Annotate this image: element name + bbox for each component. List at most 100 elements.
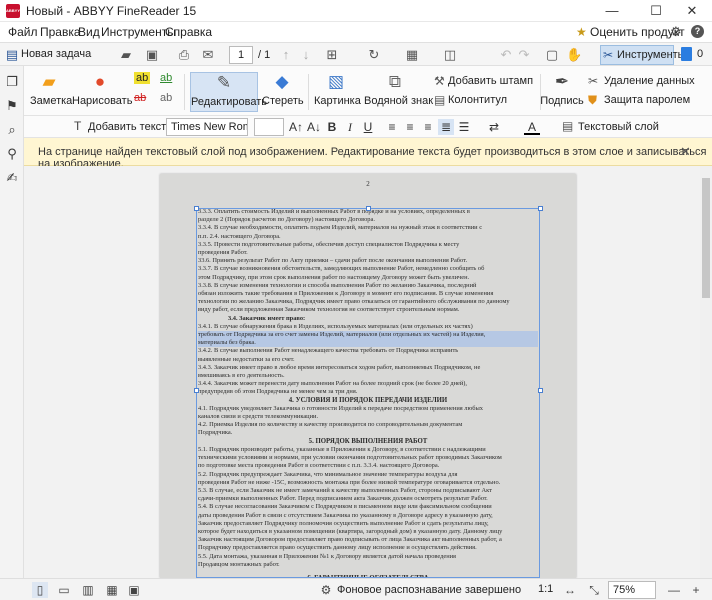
fit-width-icon[interactable]: ↔ (562, 582, 578, 598)
hand-icon[interactable]: ✋ (566, 47, 582, 63)
notification-bar: На странице найден текстовый слой под из… (24, 138, 712, 170)
edit-button[interactable]: ✎ Редактировать (190, 72, 267, 112)
bold-button[interactable]: B (324, 119, 340, 135)
zoom-out-button[interactable]: — (666, 582, 682, 598)
scrollbar-thumb[interactable] (702, 178, 710, 298)
font-color-icon[interactable]: A (524, 119, 540, 135)
resize-handle[interactable] (538, 206, 543, 211)
menu-help[interactable]: Справка (165, 25, 212, 39)
align-right-icon[interactable]: ≡ (420, 119, 436, 135)
menu-view[interactable]: Вид (78, 25, 100, 39)
two-page-view-icon[interactable]: ▭ (56, 582, 72, 598)
app-icon: ABBYY (6, 4, 20, 18)
actual-size-button[interactable]: 1:1 (538, 583, 553, 595)
gear-icon[interactable]: ⚙ (670, 24, 682, 40)
undo-icon[interactable]: ↶ (498, 47, 514, 63)
highlight-button[interactable]: ab (134, 72, 151, 84)
password-protection-button[interactable]: Защита паролем (604, 94, 690, 106)
arrow-down-icon[interactable]: ↓ (298, 47, 314, 63)
arrow-up-icon[interactable]: ↑ (278, 47, 294, 63)
align-justify-icon[interactable]: ≣ (438, 119, 454, 135)
fullscreen-icon[interactable]: ▣ (126, 582, 142, 598)
left-sidebar: ❐ ⚑ ⌕ ⚲ ✍ (0, 66, 24, 578)
close-notification-icon[interactable]: ✕ (680, 144, 691, 160)
text-layer-dropdown[interactable]: Текстовый слой (578, 121, 659, 133)
decrease-font-icon[interactable]: A↓ (306, 119, 322, 135)
watermark-icon: ⧉ (388, 72, 402, 91)
new-task-button[interactable]: Новая задача (21, 48, 91, 60)
close-window-button[interactable]: ✕ (672, 0, 712, 22)
help-icon[interactable]: ? (691, 25, 704, 38)
text-direction-icon[interactable]: ⇄ (486, 119, 502, 135)
attachment-icon[interactable]: ⚲ (4, 146, 20, 162)
save-icon[interactable]: ▣ (144, 47, 160, 63)
resize-handle[interactable] (194, 388, 199, 393)
erase-label: Стереть (262, 95, 304, 107)
increase-font-icon[interactable]: A↑ (288, 119, 304, 135)
delete-data-button[interactable]: Удаление данных (604, 75, 695, 87)
header-footer-button[interactable]: Колонтитул (448, 94, 507, 106)
resize-handle[interactable] (194, 206, 199, 211)
menu-file[interactable]: Файл (8, 25, 38, 39)
draw-button[interactable]: ● Нарисовать (72, 72, 132, 112)
add-text-button[interactable]: Добавить текст (88, 121, 166, 133)
document-page[interactable]: 2 3.3.3. Оплатить стоимость Изделий и вы… (160, 174, 576, 578)
line-spacing-icon[interactable]: ☰ (456, 119, 472, 135)
format-bar: T Добавить текст Times New Roman A↑ A↓ B… (24, 116, 712, 138)
watermark-button[interactable]: ⧉ Водяной знак (364, 72, 434, 112)
minimize-button[interactable]: — (592, 0, 632, 22)
scanner-icon[interactable]: ◫ (442, 47, 458, 63)
ribbon-separator (308, 74, 309, 110)
single-page-view-icon[interactable]: ▯ (32, 582, 48, 598)
picture-button[interactable]: ▧ Картинка (314, 72, 361, 112)
note-button[interactable]: ▰ Заметка (30, 72, 73, 112)
strikethrough-mark-button[interactable]: ab (134, 92, 146, 104)
ribbon: ▰ Заметка ● Нарисовать ab ab ab ab ✎ Ред… (24, 66, 712, 116)
align-center-icon[interactable]: ≡ (402, 119, 418, 135)
bookmark-icon[interactable]: ⚑ (4, 98, 20, 114)
vertical-scrollbar[interactable] (700, 166, 712, 578)
pages-icon[interactable]: ❐ (4, 74, 20, 90)
messages-icon[interactable] (681, 47, 692, 61)
zoom-in-button[interactable]: + (688, 582, 704, 598)
messages-count: 0 (697, 48, 704, 60)
align-left-icon[interactable]: ≡ (384, 119, 400, 135)
page-number-input[interactable]: 1 (229, 46, 253, 64)
select-icon[interactable]: ▢ (544, 47, 560, 63)
thumbnail-view-icon[interactable]: ▦ (104, 582, 120, 598)
underline-mark-button[interactable]: ab (160, 72, 172, 84)
watermark-label: Водяной знак (364, 95, 434, 107)
add-stamp-button[interactable]: Добавить штамп (448, 75, 533, 87)
signature-button[interactable]: ✒ Подпись (540, 72, 584, 112)
note-label: Заметка (30, 95, 73, 107)
fit-page-icon[interactable]: ⤡ (586, 582, 602, 598)
menu-edit[interactable]: Правка (40, 25, 81, 39)
redo-icon[interactable]: ↷ (516, 47, 532, 63)
page-total: / 1 (258, 49, 271, 61)
tools-label: Инструменты (617, 49, 686, 61)
document-area[interactable]: 2 3.3.3. Оплатить стоимость Изделий и вы… (24, 166, 700, 578)
tools-button[interactable]: ✂ Инструменты (600, 45, 686, 65)
text-selection-frame[interactable] (196, 208, 540, 578)
page-tools-icon[interactable]: ▦ (404, 47, 420, 63)
signature-label: Подпись (540, 95, 584, 107)
erase-button[interactable]: ◆ Стереть (262, 72, 304, 112)
zoom-select[interactable]: 75% (608, 581, 656, 599)
underline-button[interactable]: U (360, 119, 376, 135)
italic-button[interactable]: I (342, 119, 358, 135)
resize-handle[interactable] (538, 388, 543, 393)
maximize-button[interactable]: ☐ (636, 0, 676, 22)
open-icon[interactable]: ▰ (118, 47, 134, 63)
email-icon[interactable]: ✉ (200, 47, 216, 63)
signature-panel-icon[interactable]: ✍ (4, 170, 20, 186)
search-icon[interactable]: ⌕ (4, 122, 20, 138)
book-view-icon[interactable]: ▥ (80, 582, 96, 598)
add-page-icon[interactable]: ⊞ (324, 47, 340, 63)
delete-data-icon: ✂ (588, 74, 599, 88)
font-size-select[interactable] (254, 118, 284, 136)
font-select[interactable]: Times New Roman (166, 118, 248, 136)
insert-text-mark-button[interactable]: ab (160, 92, 172, 104)
resize-handle[interactable] (366, 206, 371, 211)
print-icon[interactable]: ⎙ (176, 47, 192, 63)
rotate-icon[interactable]: ↻ (366, 47, 382, 63)
